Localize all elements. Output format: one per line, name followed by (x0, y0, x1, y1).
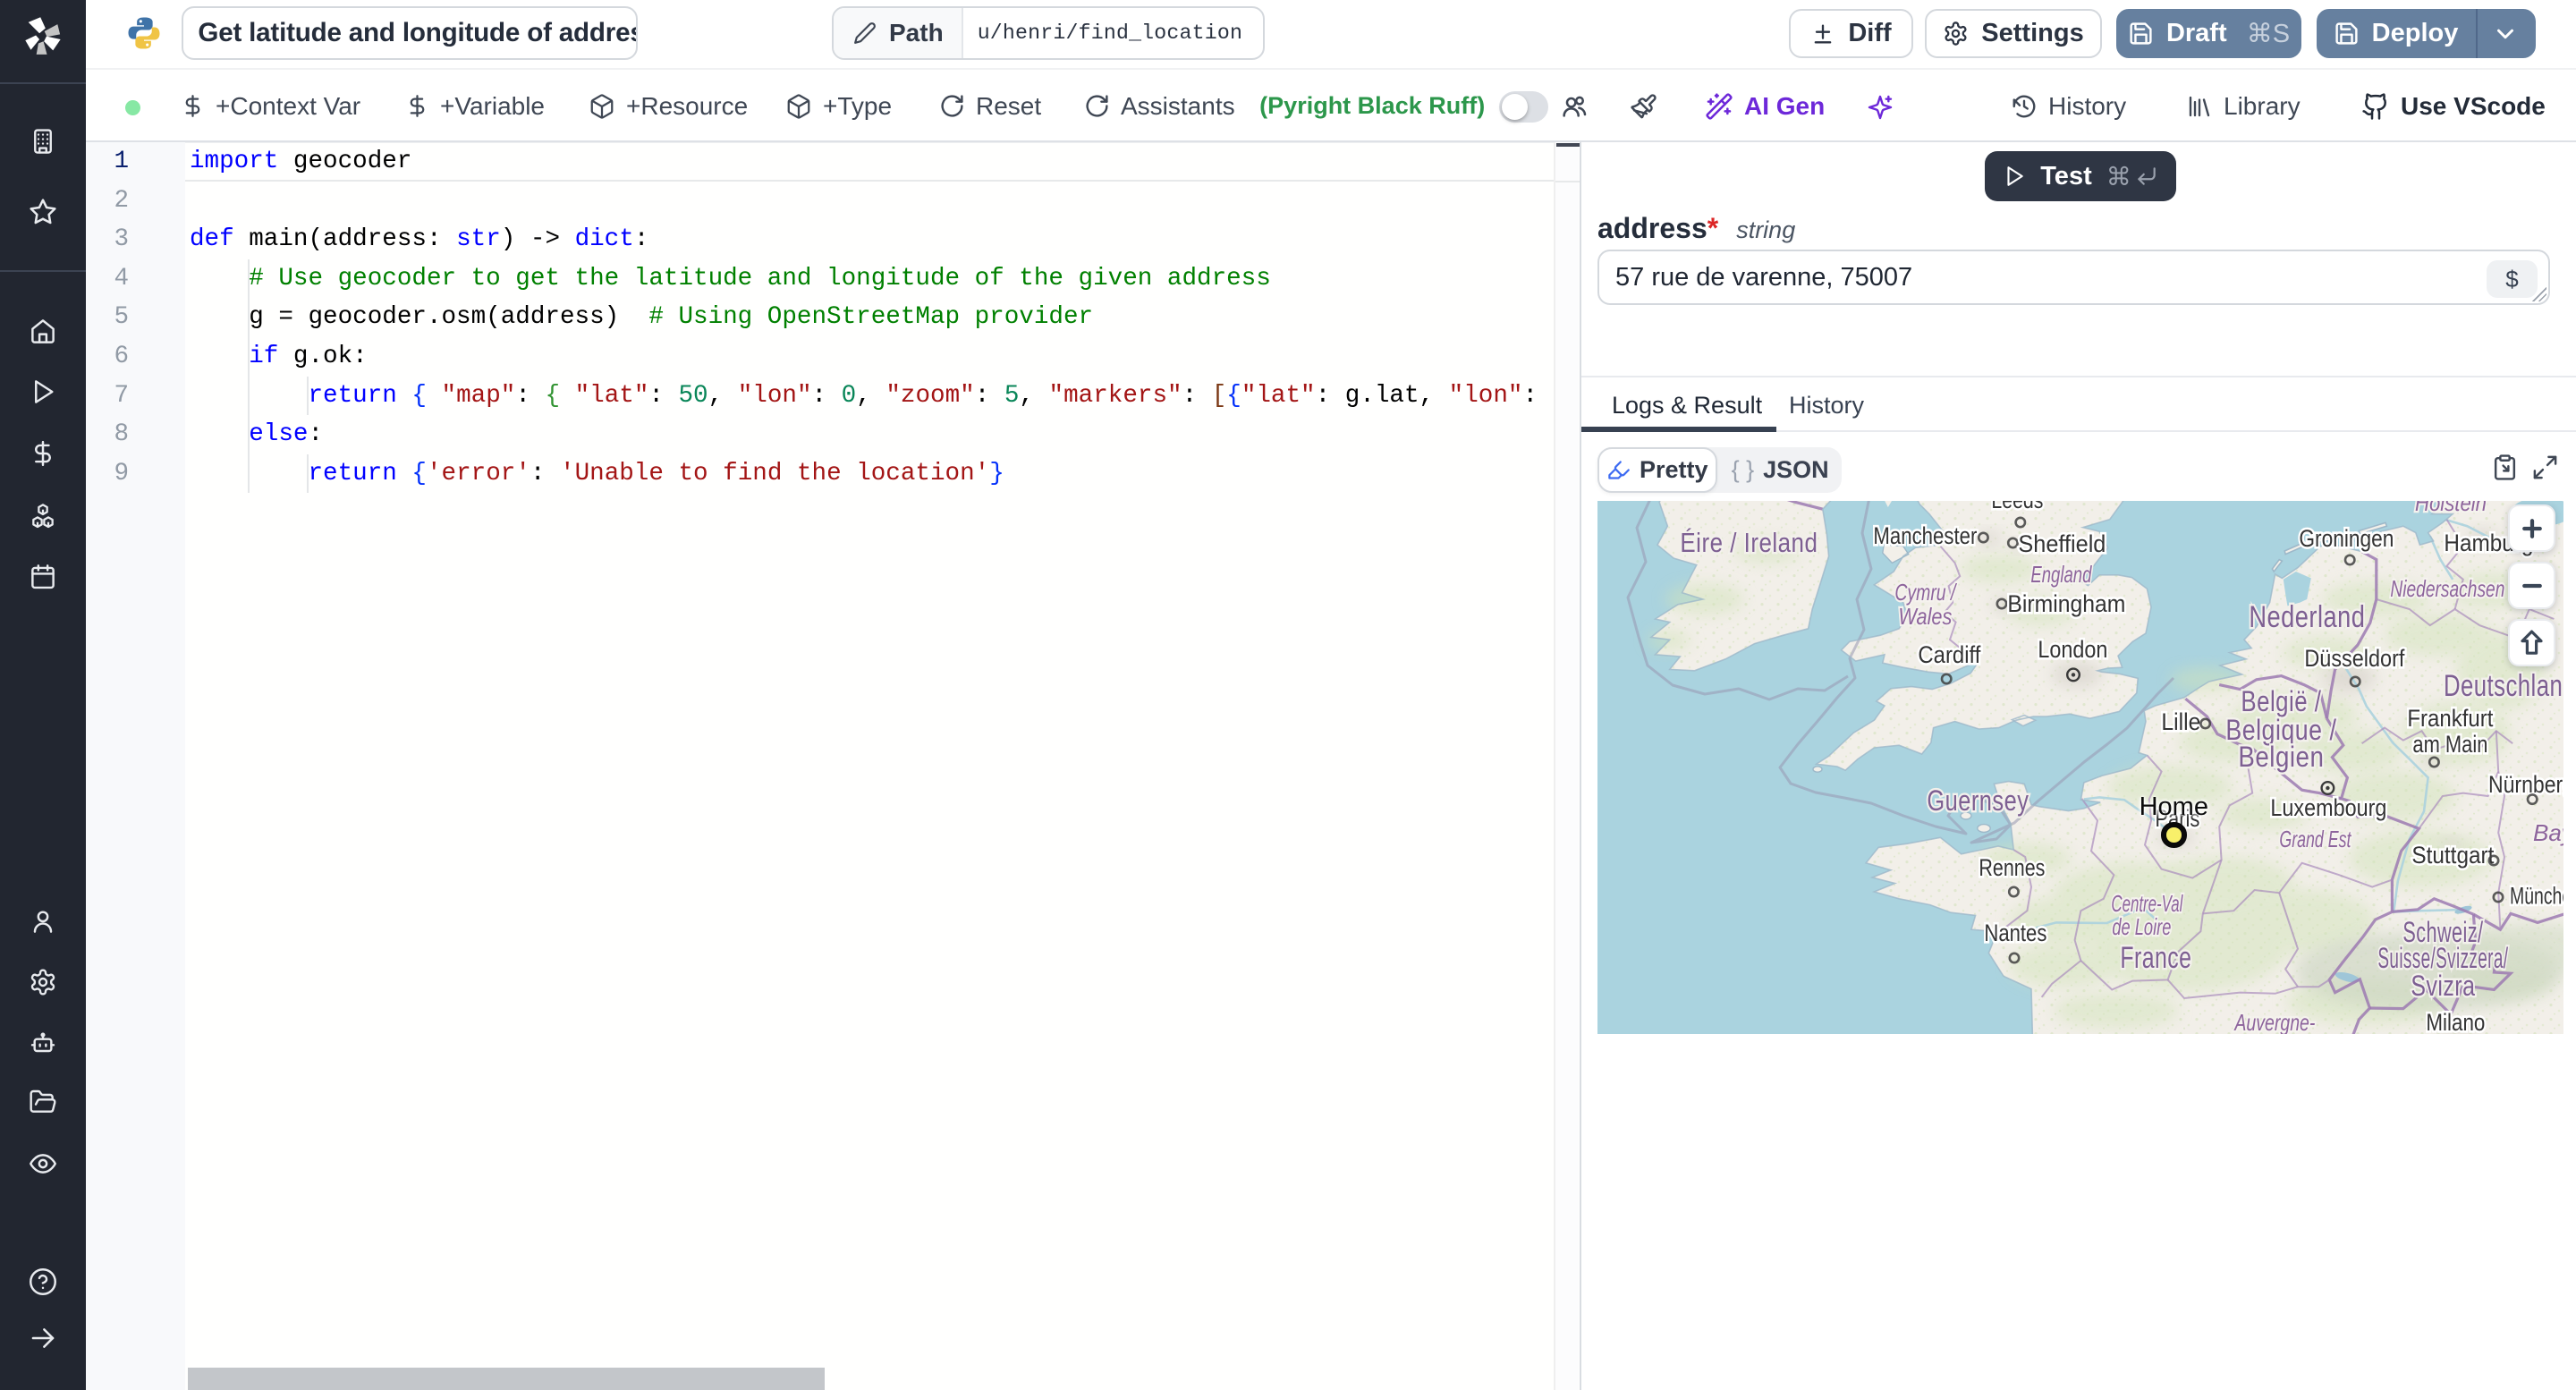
svg-text:Milano: Milano (2426, 1009, 2485, 1034)
svg-text:Leeds: Leeds (1991, 501, 2043, 513)
svg-text:London: London (2038, 636, 2107, 663)
svg-text:England: England (2030, 561, 2092, 588)
svg-text:Holstein: Holstein (2415, 501, 2487, 516)
svg-text:Stuttgart: Stuttgart (2411, 842, 2494, 869)
svg-text:France: France (2120, 941, 2191, 975)
svg-text:Éire / Ireland: Éire / Ireland (1680, 527, 1818, 558)
svg-text:Frankfurt: Frankfurt (2407, 705, 2493, 732)
svg-text:Cardiff: Cardiff (1918, 641, 1980, 668)
svg-text:Birmingham: Birmingham (2007, 590, 2125, 617)
svg-text:Wales: Wales (1898, 603, 1952, 630)
svg-text:Cymru /: Cymru / (1894, 579, 1957, 606)
svg-text:Nederland: Nederland (2249, 600, 2365, 634)
svg-text:Luxembourg: Luxembourg (2270, 794, 2386, 821)
svg-text:Rennes: Rennes (1979, 854, 2045, 881)
svg-text:Nürnberg: Nürnberg (2488, 771, 2563, 798)
svg-text:Svizra: Svizra (2411, 970, 2475, 1002)
svg-text:Manchester: Manchester (1873, 522, 1977, 549)
svg-text:Grand Est: Grand Est (2279, 826, 2351, 852)
svg-text:Groningen: Groningen (2299, 525, 2394, 552)
svg-text:Belgien: Belgien (2238, 741, 2324, 773)
svg-text:am Main: am Main (2412, 731, 2487, 758)
svg-text:Auvergne-: Auvergne- (2233, 1009, 2315, 1034)
svg-text:München: München (2510, 883, 2563, 910)
svg-text:Bay: Bay (2533, 819, 2563, 846)
svg-text:Guernsey: Guernsey (1927, 784, 2029, 817)
svg-text:Sheffield: Sheffield (2018, 530, 2106, 557)
svg-text:Niedersachsen: Niedersachsen (2390, 575, 2504, 602)
svg-text:de Loire: de Loire (2112, 913, 2171, 940)
svg-text:België /: België / (2241, 685, 2321, 717)
svg-text:Düsseldorf: Düsseldorf (2304, 645, 2404, 672)
svg-text:Nantes: Nantes (1984, 920, 2046, 946)
svg-text:Deutschland: Deutschland (2444, 669, 2563, 703)
svg-text:Lille: Lille (2161, 708, 2200, 735)
